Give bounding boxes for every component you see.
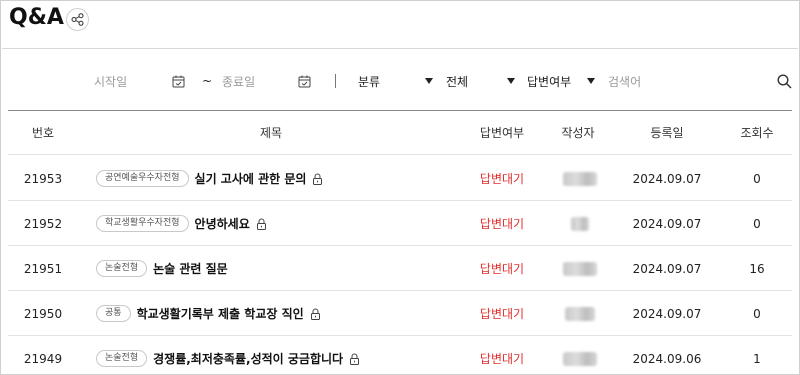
view-count: 0 bbox=[753, 306, 761, 321]
answer-status: 답변대기 bbox=[479, 262, 525, 276]
search-icon bbox=[777, 73, 792, 89]
post-number: 21952 bbox=[23, 216, 63, 231]
view-count: 1 bbox=[753, 351, 761, 366]
category-badge: 논술전형 bbox=[96, 350, 148, 367]
column-header-views: 조회수 bbox=[740, 126, 774, 140]
lock-icon bbox=[256, 218, 267, 230]
post-number: 21950 bbox=[23, 306, 63, 321]
end-date-input[interactable]: 종료일 bbox=[222, 63, 255, 99]
answer-status-dropdown-button[interactable] bbox=[587, 63, 595, 99]
category-badge: 논술전형 bbox=[96, 260, 148, 277]
answer-status: 답변대기 bbox=[479, 217, 525, 231]
lock-icon bbox=[349, 353, 360, 365]
post-date: 2024.09.07 bbox=[632, 216, 702, 231]
post-date: 2024.09.07 bbox=[632, 171, 702, 186]
category-badge: 학교생활우수자전형 bbox=[96, 215, 189, 232]
view-count: 0 bbox=[753, 216, 761, 231]
answer-status: 답변대기 bbox=[479, 307, 525, 321]
post-number: 21953 bbox=[23, 171, 63, 186]
share-icon bbox=[71, 13, 84, 26]
table-row[interactable]: 21950 공통 학교생활기록부 제출 학교장 직인 답변대기 2024.09.… bbox=[8, 291, 792, 336]
author-name-blurred bbox=[571, 201, 589, 246]
column-header-author: 작성자 bbox=[561, 126, 595, 140]
author-name-blurred bbox=[563, 156, 597, 201]
dropdown-arrow-icon bbox=[507, 78, 515, 84]
column-header-title: 제목 bbox=[259, 126, 283, 140]
start-date-calendar-button[interactable] bbox=[172, 63, 185, 99]
table-row[interactable]: 21951 논술전형 논술 관련 질문 답변대기 2024.09.07 16 bbox=[8, 246, 792, 291]
category-badge: 공연예술우수자전형 bbox=[96, 170, 189, 187]
qna-panel: Q&A 시작일 ~ 종료일 분류 전체 답변여부 검색어 번호 제목 답변여부 … bbox=[0, 0, 800, 375]
post-title-cell[interactable]: 논술전형 경쟁률,최저충족률,성적이 궁금합니다 bbox=[96, 336, 360, 375]
dropdown-arrow-icon bbox=[425, 78, 433, 84]
post-date: 2024.09.06 bbox=[632, 351, 702, 366]
table-header: 번호 제목 답변여부 작성자 등록일 조회수 bbox=[8, 111, 792, 155]
post-title-cell[interactable]: 공통 학교생활기록부 제출 학교장 직인 bbox=[96, 291, 321, 336]
post-title-link[interactable]: 실기 고사에 관한 문의 bbox=[195, 170, 307, 187]
post-date: 2024.09.07 bbox=[632, 261, 702, 276]
author-name-blurred bbox=[565, 291, 595, 336]
lock-icon bbox=[312, 173, 323, 185]
column-header-date: 등록일 bbox=[650, 126, 684, 140]
answer-status-select[interactable]: 답변여부 bbox=[527, 63, 571, 99]
category-select-button[interactable] bbox=[425, 63, 433, 99]
category-value-dropdown-button[interactable] bbox=[507, 63, 515, 99]
post-title-cell[interactable]: 학교생활우수자전형 안녕하세요 bbox=[96, 201, 267, 246]
post-title-cell[interactable]: 논술전형 논술 관련 질문 bbox=[96, 246, 228, 291]
category-badge: 공통 bbox=[96, 305, 131, 322]
header-divider bbox=[2, 48, 798, 49]
table-row[interactable]: 21952 학교생활우수자전형 안녕하세요 답변대기 2024.09.07 0 bbox=[8, 201, 792, 246]
table-row[interactable]: 21949 논술전형 경쟁률,최저충족률,성적이 궁금합니다 답변대기 2024… bbox=[8, 336, 792, 375]
search-button[interactable] bbox=[777, 63, 792, 99]
search-filter-bar: 시작일 ~ 종료일 분류 전체 답변여부 검색어 bbox=[1, 63, 800, 99]
calendar-icon bbox=[172, 75, 185, 87]
answer-status: 답변대기 bbox=[479, 172, 525, 186]
post-title-link[interactable]: 학교생활기록부 제출 학교장 직인 bbox=[137, 305, 304, 322]
category-select-value[interactable]: 전체 bbox=[446, 63, 468, 99]
author-name-blurred bbox=[563, 246, 597, 291]
date-range-separator: ~ bbox=[202, 74, 213, 88]
page-title: Q&A bbox=[9, 5, 64, 30]
post-title-link[interactable]: 논술 관련 질문 bbox=[153, 260, 228, 277]
filter-divider bbox=[335, 74, 336, 88]
post-title-cell[interactable]: 공연예술우수자전형 실기 고사에 관한 문의 bbox=[96, 156, 323, 201]
column-header-number: 번호 bbox=[31, 126, 55, 140]
share-button[interactable] bbox=[66, 8, 89, 31]
dropdown-arrow-icon bbox=[587, 78, 595, 84]
post-number: 21951 bbox=[23, 261, 63, 276]
calendar-icon bbox=[298, 75, 311, 87]
answer-status: 답변대기 bbox=[479, 352, 525, 366]
post-title-link[interactable]: 안녕하세요 bbox=[195, 215, 250, 232]
start-date-input[interactable]: 시작일 bbox=[94, 63, 127, 99]
table-row[interactable]: 21953 공연예술우수자전형 실기 고사에 관한 문의 답변대기 2024.0… bbox=[8, 156, 792, 201]
column-header-answer-status: 답변여부 bbox=[479, 126, 525, 140]
view-count: 0 bbox=[753, 171, 761, 186]
category-select-label[interactable]: 분류 bbox=[358, 63, 380, 99]
post-title-link[interactable]: 경쟁률,최저충족률,성적이 궁금합니다 bbox=[153, 350, 343, 367]
lock-icon bbox=[310, 308, 321, 320]
post-number: 21949 bbox=[23, 351, 63, 366]
view-count: 16 bbox=[749, 261, 765, 276]
end-date-calendar-button[interactable] bbox=[298, 63, 311, 99]
search-input[interactable]: 검색어 bbox=[608, 63, 641, 99]
post-date: 2024.09.07 bbox=[632, 306, 702, 321]
author-name-blurred bbox=[563, 336, 597, 375]
